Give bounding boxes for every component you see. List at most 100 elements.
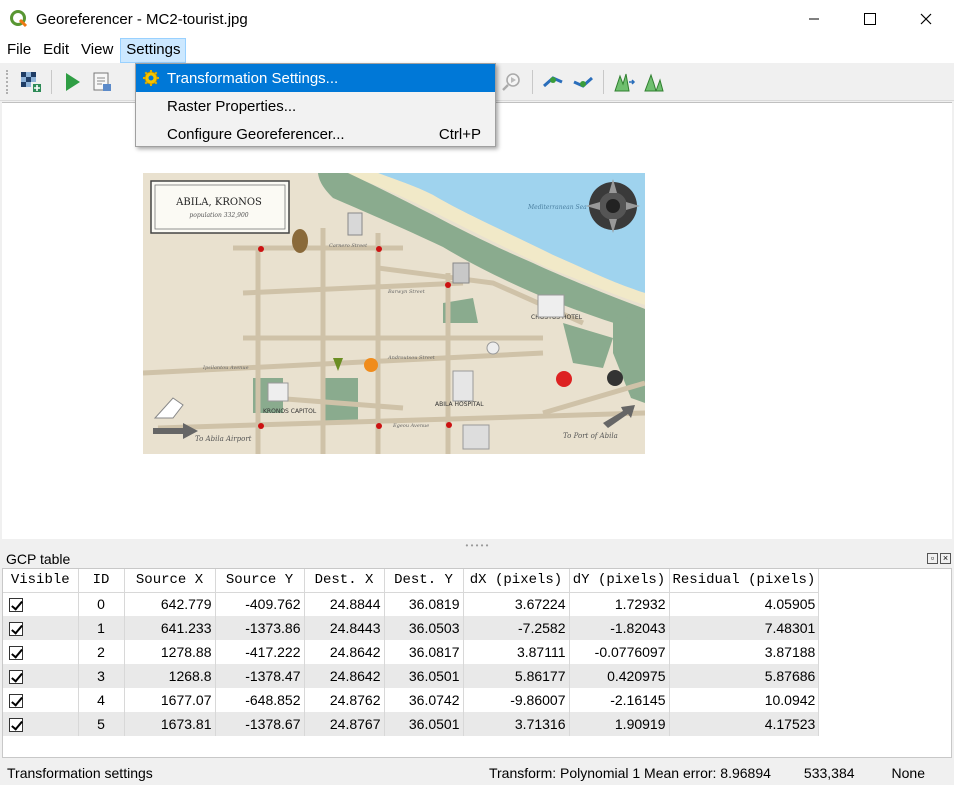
menu-item-transformation-settings[interactable]: Transformation Settings... <box>136 64 495 92</box>
maximize-button[interactable] <box>842 0 898 38</box>
dest-x-cell[interactable]: 24.8762 <box>304 688 385 712</box>
open-raster-icon <box>21 71 41 92</box>
visible-checkbox[interactable] <box>9 670 23 685</box>
gcp-panel-header: GCP table ▫ × <box>0 549 954 568</box>
visible-cell[interactable] <box>3 592 79 616</box>
zoom-next-button[interactable] <box>497 67 527 97</box>
full-histogram-stretch-icon <box>614 73 636 91</box>
generate-script-icon <box>93 72 111 91</box>
table-row[interactable]: 2 1278.88 -417.222 24.8642 36.0817 3.871… <box>3 640 820 664</box>
status-bar: Transformation settings Transform: Polyn… <box>0 760 954 785</box>
float-panel-button[interactable]: ▫ <box>927 553 938 564</box>
menu-settings[interactable]: Settings <box>120 38 187 63</box>
dest-x-cell[interactable]: 24.8443 <box>304 616 385 640</box>
map-street-label: Carnero Street <box>329 243 368 249</box>
dest-x-cell[interactable]: 24.8767 <box>304 712 385 736</box>
residual-cell: 3.87188 <box>669 640 820 664</box>
table-row[interactable]: 5 1673.81 -1378.67 24.8767 36.0501 3.713… <box>3 712 820 736</box>
status-coordinate: 533,384 <box>803 764 855 781</box>
residual-cell: 5.87686 <box>669 664 820 688</box>
dest-x-cell[interactable]: 24.8642 <box>304 640 385 664</box>
column-header-visible[interactable]: Visible <box>3 569 79 593</box>
menu-item-raster-properties[interactable]: Raster Properties... <box>136 92 495 120</box>
visible-checkbox[interactable] <box>9 718 23 733</box>
residual-cell: 7.48301 <box>669 616 820 640</box>
visible-cell[interactable] <box>3 616 79 640</box>
generate-script-button[interactable] <box>87 67 117 97</box>
menu-item-configure-georeferencer[interactable]: Configure Georeferencer... Ctrl+P <box>136 120 495 148</box>
visible-checkbox[interactable] <box>9 646 23 661</box>
table-row[interactable]: 4 1677.07 -648.852 24.8762 36.0742 -9.86… <box>3 688 820 712</box>
local-histogram-stretch-button[interactable] <box>639 67 669 97</box>
column-header-dest-x[interactable]: Dest. X <box>304 569 385 593</box>
dest-x-cell[interactable]: 24.8844 <box>304 592 385 616</box>
column-header-residual[interactable]: Residual (pixels) <box>669 569 820 593</box>
menu-bar: File Edit View Settings <box>0 38 954 63</box>
visible-cell[interactable] <box>3 640 79 664</box>
close-panel-button[interactable]: × <box>940 553 951 564</box>
link-qgis-button[interactable] <box>568 67 598 97</box>
dest-x-cell[interactable]: 24.8642 <box>304 664 385 688</box>
maximize-icon <box>864 13 876 25</box>
visible-cell[interactable] <box>3 688 79 712</box>
dest-y-cell[interactable]: 36.0742 <box>384 688 464 712</box>
column-header-dx[interactable]: dX (pixels) <box>463 569 570 593</box>
column-header-dest-y[interactable]: Dest. Y <box>384 569 464 593</box>
source-x-cell[interactable]: 1268.8 <box>124 664 216 688</box>
id-cell: 5 <box>78 712 125 736</box>
dy-cell: 1.72932 <box>569 592 670 616</box>
dest-y-cell[interactable]: 36.0501 <box>384 664 464 688</box>
open-raster-button[interactable] <box>16 67 46 97</box>
gcp-table: Visible ID Source X Source Y Dest. X Des… <box>3 569 820 736</box>
menu-file[interactable]: File <box>2 38 36 63</box>
table-row[interactable]: 0 642.779 -409.762 24.8844 36.0819 3.672… <box>3 592 820 616</box>
table-row[interactable]: 3 1268.8 -1378.47 24.8642 36.0501 5.8617… <box>3 664 820 688</box>
panel-splitter[interactable]: • • • • • <box>0 541 954 550</box>
column-header-id[interactable]: ID <box>78 569 125 593</box>
column-header-source-x[interactable]: Source X <box>124 569 216 593</box>
visible-checkbox[interactable] <box>9 622 23 637</box>
dest-y-cell[interactable]: 36.0503 <box>384 616 464 640</box>
source-y-cell[interactable]: -409.762 <box>215 592 305 616</box>
source-y-cell[interactable]: -1373.86 <box>215 616 305 640</box>
source-x-cell[interactable]: 1677.07 <box>124 688 216 712</box>
column-header-dy[interactable]: dY (pixels) <box>569 569 670 593</box>
full-histogram-stretch-button[interactable] <box>609 67 639 97</box>
menu-item-label: Transformation Settings... <box>167 69 339 87</box>
menu-edit[interactable]: Edit <box>38 38 74 63</box>
map-canvas[interactable]: ABILA, KRONOS population 332,900 Mediter… <box>2 102 952 539</box>
table-row[interactable]: 1 641.233 -1373.86 24.8443 36.0503 -7.25… <box>3 616 820 640</box>
link-georeferencer-button[interactable] <box>538 67 568 97</box>
source-x-cell[interactable]: 1278.88 <box>124 640 216 664</box>
dest-y-cell[interactable]: 36.0819 <box>384 592 464 616</box>
map-population: population 332,900 <box>189 212 248 219</box>
source-x-cell[interactable]: 641.233 <box>124 616 216 640</box>
menu-view[interactable]: View <box>76 38 118 63</box>
source-y-cell[interactable]: -417.222 <box>215 640 305 664</box>
link-georeferencer-icon <box>543 75 563 87</box>
start-georeferencing-button[interactable] <box>57 67 87 97</box>
dest-y-cell[interactable]: 36.0501 <box>384 712 464 736</box>
minimize-button[interactable] <box>786 0 842 38</box>
residual-cell: 4.17523 <box>669 712 820 736</box>
source-x-cell[interactable]: 642.779 <box>124 592 216 616</box>
visible-cell[interactable] <box>3 712 79 736</box>
start-georeferencing-icon <box>66 72 80 91</box>
visible-cell[interactable] <box>3 664 79 688</box>
visible-checkbox[interactable] <box>9 598 23 613</box>
toolbar-grip[interactable] <box>6 69 10 94</box>
dy-cell: 1.90919 <box>569 712 670 736</box>
visible-checkbox[interactable] <box>9 694 23 709</box>
close-button[interactable] <box>898 0 954 38</box>
source-y-cell[interactable]: -648.852 <box>215 688 305 712</box>
menu-item-label: Raster Properties... <box>167 97 297 115</box>
source-y-cell[interactable]: -1378.67 <box>215 712 305 736</box>
column-header-source-y[interactable]: Source Y <box>215 569 305 593</box>
source-y-cell[interactable]: -1378.47 <box>215 664 305 688</box>
tourist-map-image: ABILA, KRONOS population 332,900 Mediter… <box>143 173 645 454</box>
zoom-next-icon <box>502 72 520 91</box>
source-x-cell[interactable]: 1673.81 <box>124 712 216 736</box>
dest-y-cell[interactable]: 36.0817 <box>384 640 464 664</box>
gcp-panel-title: GCP table <box>6 550 71 567</box>
menu-item-shortcut: Ctrl+P <box>438 125 481 143</box>
